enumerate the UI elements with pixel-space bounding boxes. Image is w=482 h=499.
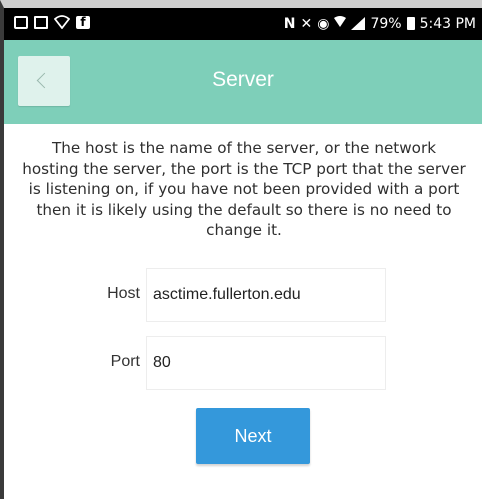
signal-icon <box>351 17 366 30</box>
next-button[interactable]: Next <box>196 408 310 464</box>
battery-icon <box>406 17 415 30</box>
status-bar: f N ✕ ◉ 79% 5:43 PM <box>4 8 482 40</box>
image-icon <box>34 15 48 29</box>
system-icons: N ✕ ◉ 79% 5:43 PM <box>284 15 476 32</box>
server-description: The host is the name of the server, or t… <box>22 139 466 239</box>
page-title: Server <box>212 68 274 91</box>
nfc-icon: N <box>283 15 296 32</box>
port-label: Port <box>110 353 140 370</box>
host-input[interactable] <box>146 268 386 322</box>
wifi-icon <box>53 15 71 30</box>
screenshot-icon <box>14 15 28 29</box>
clock: 5:43 PM <box>419 15 476 32</box>
port-row: Port <box>4 336 482 390</box>
battery-percent: 79% <box>370 15 402 32</box>
alarm-icon: ◉ <box>317 15 330 32</box>
facebook-icon: f <box>76 15 90 29</box>
mute-icon: ✕ <box>300 15 313 32</box>
wifi-signal-icon <box>334 15 347 32</box>
host-label: Host <box>107 285 140 302</box>
notification-icons: f <box>14 15 90 30</box>
port-input[interactable] <box>146 336 386 390</box>
app-header: Server <box>4 40 482 124</box>
host-row: Host <box>4 268 482 322</box>
